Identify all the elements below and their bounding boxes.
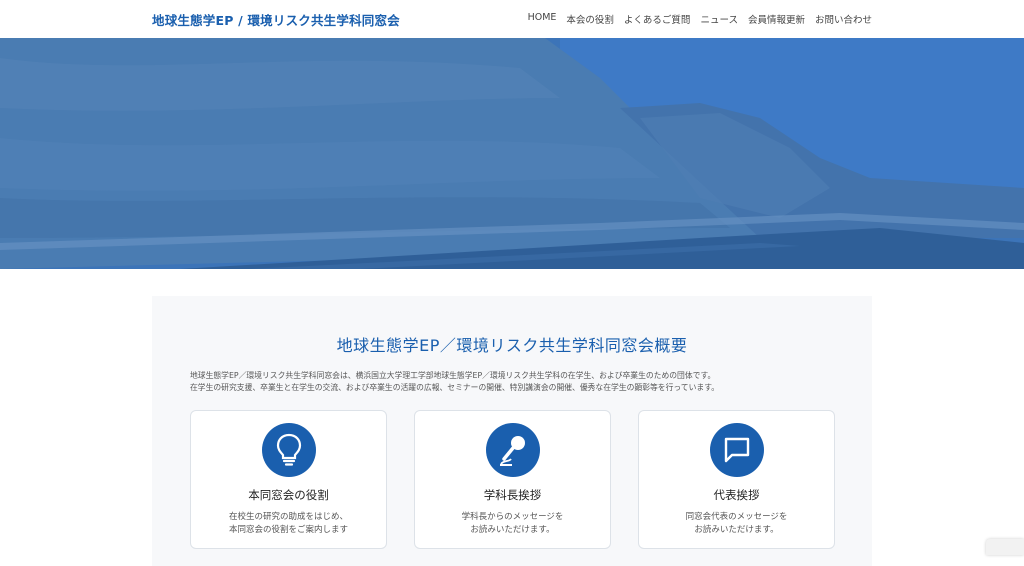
card-role-text-line2: 本同窓会の役割をご案内します [228, 525, 348, 535]
card-role-title: 本同窓会の役割 [248, 488, 329, 502]
card-representative-text: 同窓会代表のメッセージを お読みいただけます。 [639, 511, 834, 537]
nav-member-update[interactable]: 会員情報更新 [748, 12, 805, 26]
site-title-link[interactable]: 地球生態学EP / 環境リスク共生学科同窓会 [152, 10, 400, 29]
main-nav: HOME 本会の役割 よくあるご質問 ニュース 会員情報更新 お問い合わせ [528, 12, 872, 26]
card-representative-text-line1: 同窓会代表のメッセージを [685, 512, 788, 522]
chat-icon [710, 423, 764, 477]
card-representative-text-line2: お読みいただけます。 [694, 525, 779, 535]
site-header: 地球生態学EP / 環境リスク共生学科同窓会 HOME 本会の役割 よくあるご質… [0, 0, 1024, 38]
nav-faq[interactable]: よくあるご質問 [624, 12, 691, 26]
recaptcha-badge[interactable] [986, 539, 1024, 555]
nav-role[interactable]: 本会の役割 [566, 12, 614, 26]
microphone-icon [486, 423, 540, 477]
nav-home[interactable]: HOME [528, 12, 557, 26]
card-dean-text: 学科長からのメッセージを お読みいただけます。 [415, 511, 610, 537]
overview-desc-line1: 地球生態学EP／環境リスク共生学科同窓会は、横浜国立大学理工学部地球生態学EP／… [190, 371, 716, 380]
card-dean-text-line2: お読みいただけます。 [470, 525, 555, 535]
card-role-text-line1: 在校生の研究の助成をはじめ、 [228, 512, 348, 522]
card-dean-message[interactable]: 学科長挨拶 学科長からのメッセージを お読みいただけます。 [414, 410, 611, 549]
hero-image [0, 38, 1024, 269]
lightbulb-icon [262, 423, 316, 477]
card-dean-title: 学科長挨拶 [483, 488, 542, 502]
overview-desc-line2: 在学生の研究支援、卒業生と在学生の交流、および卒業生の活躍の広報、セミナーの開催… [190, 383, 720, 392]
card-role-text: 在校生の研究の助成をはじめ、 本同窓会の役割をご案内します [191, 511, 386, 537]
card-representative-title: 代表挨拶 [713, 488, 760, 502]
nav-news[interactable]: ニュース [700, 12, 738, 26]
card-representative-message[interactable]: 代表挨拶 同窓会代表のメッセージを お読みいただけます。 [638, 410, 835, 549]
nav-contact[interactable]: お問い合わせ [815, 12, 872, 26]
overview-section: 地球生態学EP／環境リスク共生学科同窓会概要 地球生態学EP／環境リスク共生学科… [152, 296, 872, 566]
card-dean-text-line1: 学科長からのメッセージを [461, 512, 564, 522]
overview-description: 地球生態学EP／環境リスク共生学科同窓会は、横浜国立大学理工学部地球生態学EP／… [190, 370, 840, 394]
card-role[interactable]: 本同窓会の役割 在校生の研究の助成をはじめ、 本同窓会の役割をご案内します [190, 410, 387, 549]
overview-title: 地球生態学EP／環境リスク共生学科同窓会概要 [336, 336, 688, 355]
